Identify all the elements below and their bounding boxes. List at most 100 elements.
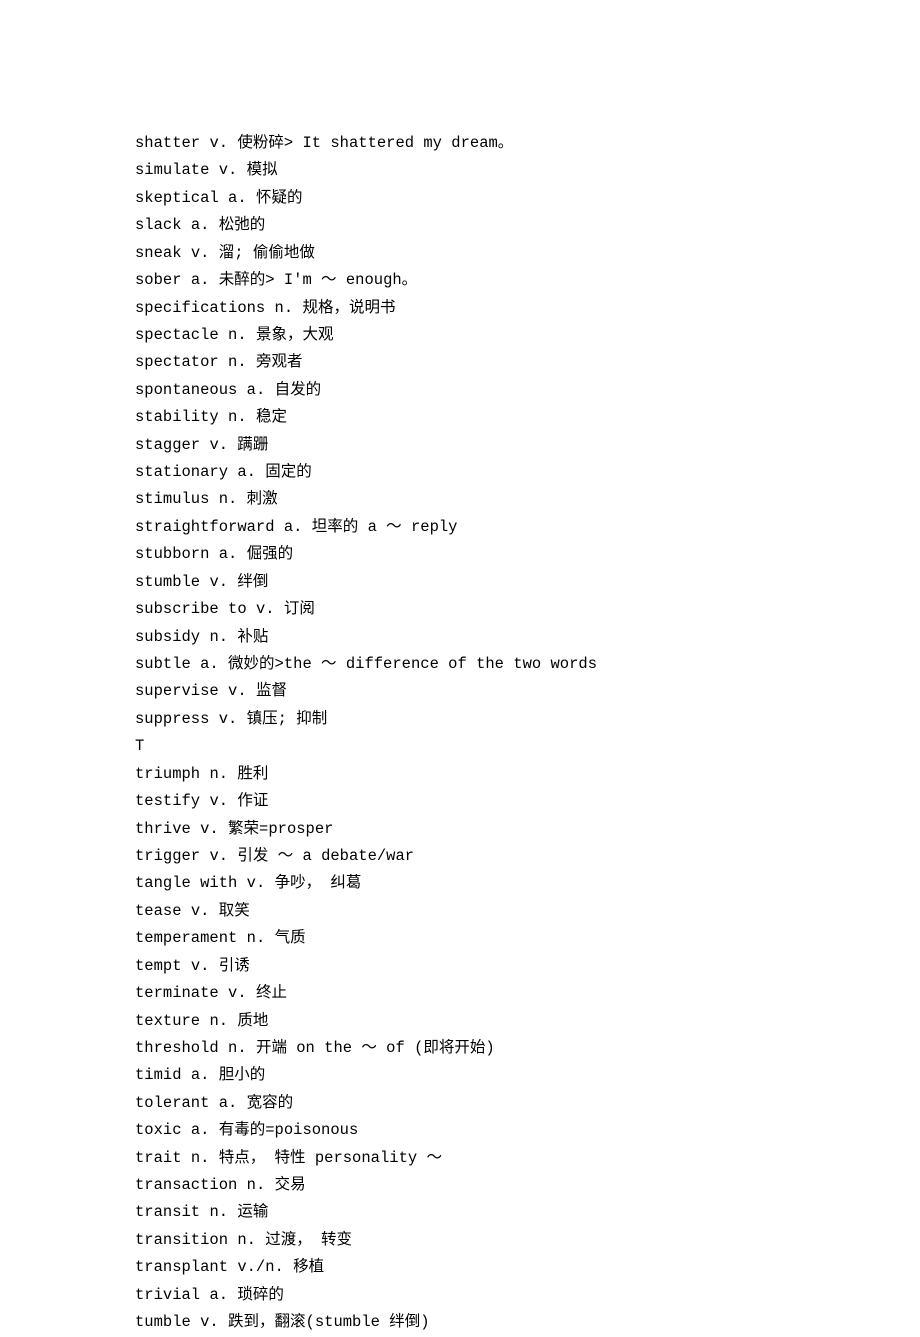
definition: 旁观者 (256, 353, 303, 371)
part-of-speech: n. (209, 765, 228, 783)
part-of-speech: v. (209, 134, 228, 152)
word: transplant (135, 1258, 228, 1276)
definition: 跌到，翻滚(stumble 绊倒) (228, 1313, 430, 1331)
definition: 过渡， 转变 (265, 1231, 352, 1249)
definition: 补贴 (237, 628, 268, 646)
vocab-entry: stubborn a. 倔强的 (135, 541, 920, 568)
vocab-entry: subtle a. 微妙的>the ～ difference of the tw… (135, 651, 920, 678)
word: stumble (135, 573, 200, 591)
part-of-speech: a. (219, 1094, 238, 1112)
vocab-entry: transaction n. 交易 (135, 1172, 920, 1199)
word: tempt (135, 957, 182, 975)
part-of-speech: a. (219, 545, 238, 563)
definition: 宽容的 (247, 1094, 294, 1112)
vocab-entry: texture n. 质地 (135, 1008, 920, 1035)
word: shatter (135, 134, 200, 152)
definition: 终止 (256, 984, 287, 1002)
definition: 景象，大观 (256, 326, 334, 344)
word: specifications (135, 299, 265, 317)
definition: 坦率的 a ～ reply (312, 518, 458, 536)
definition: 微妙的>the ～ difference of the two words (228, 655, 597, 673)
part-of-speech: v. (228, 984, 247, 1002)
word: transaction (135, 1176, 237, 1194)
definition: 自发的 (275, 381, 322, 399)
vocab-entry: simulate v. 模拟 (135, 157, 920, 184)
vocab-entry: tumble v. 跌到，翻滚(stumble 绊倒) (135, 1309, 920, 1336)
part-of-speech: a. (228, 189, 247, 207)
vocab-entry: T (135, 733, 920, 760)
vocab-entry: spectator n. 旁观者 (135, 349, 920, 376)
vocab-entry: transit n. 运输 (135, 1199, 920, 1226)
definition: 订阅 (284, 600, 315, 618)
part-of-speech: v. (256, 600, 275, 618)
word: simulate (135, 161, 209, 179)
part-of-speech: n. (247, 1176, 266, 1194)
definition: 刺激 (247, 490, 278, 508)
word: tease (135, 902, 182, 920)
word: skeptical (135, 189, 219, 207)
part-of-speech: n. (237, 1231, 256, 1249)
part-of-speech: a. (247, 381, 266, 399)
vocab-entry: trivial a. 琐碎的 (135, 1282, 920, 1309)
definition: 引发 ～ a debate/war (237, 847, 414, 865)
part-of-speech: v. (191, 902, 210, 920)
word: subsidy (135, 628, 200, 646)
vocab-entry: tolerant a. 宽容的 (135, 1090, 920, 1117)
part-of-speech: n. (191, 1149, 210, 1167)
vocab-entry: transition n. 过渡， 转变 (135, 1227, 920, 1254)
part-of-speech: a. (191, 216, 210, 234)
word: toxic (135, 1121, 182, 1139)
definition: 松弛的 (219, 216, 266, 234)
vocab-entry: suppress v. 镇压; 抑制 (135, 706, 920, 733)
vocab-entry: triumph n. 胜利 (135, 761, 920, 788)
part-of-speech: n. (228, 353, 247, 371)
definition: 取笑 (219, 902, 250, 920)
word: stability (135, 408, 219, 426)
word: transition (135, 1231, 228, 1249)
vocab-entry: tempt v. 引诱 (135, 953, 920, 980)
part-of-speech: a. (191, 1121, 210, 1139)
vocab-entry: trigger v. 引发 ～ a debate/war (135, 843, 920, 870)
word: sneak (135, 244, 182, 262)
vocab-entry: slack a. 松弛的 (135, 212, 920, 239)
document-page: shatter v. 使粉碎> It shattered my dream。si… (0, 0, 920, 1337)
part-of-speech: a. (191, 271, 210, 289)
vocab-entry: supervise v. 监督 (135, 678, 920, 705)
part-of-speech: n. (228, 326, 247, 344)
word: spectator (135, 353, 219, 371)
word: tolerant (135, 1094, 209, 1112)
vocab-entry: subscribe to v. 订阅 (135, 596, 920, 623)
definition: 交易 (275, 1176, 306, 1194)
vocab-entry: spontaneous a. 自发的 (135, 377, 920, 404)
definition: 溜; 偷偷地做 (219, 244, 315, 262)
vocab-entry: transplant v./n. 移植 (135, 1254, 920, 1281)
definition: 引诱 (219, 957, 250, 975)
vocab-entry: stability n. 稳定 (135, 404, 920, 431)
definition: 蹒跚 (237, 436, 268, 454)
definition: 特点， 特性 personality ～ (219, 1149, 442, 1167)
part-of-speech: v./n. (237, 1258, 284, 1276)
word: suppress (135, 710, 209, 728)
definition: 模拟 (247, 161, 278, 179)
part-of-speech: v. (191, 957, 210, 975)
definition: 开端 on the ～ of (即将开始) (256, 1039, 495, 1057)
vocab-entry: straightforward a. 坦率的 a ～ reply (135, 514, 920, 541)
definition: 监督 (256, 682, 287, 700)
definition: 有毒的=poisonous (219, 1121, 359, 1139)
definition: 移植 (293, 1258, 324, 1276)
part-of-speech: v. (219, 161, 238, 179)
definition: 争吵， 纠葛 (275, 874, 362, 892)
word: spontaneous (135, 381, 237, 399)
word: supervise (135, 682, 219, 700)
word: spectacle (135, 326, 219, 344)
vocab-entry: skeptical a. 怀疑的 (135, 185, 920, 212)
part-of-speech: a. (284, 518, 303, 536)
definition: 作证 (237, 792, 268, 810)
word: slack (135, 216, 182, 234)
vocab-entry: trait n. 特点， 特性 personality ～ (135, 1145, 920, 1172)
vocab-entry: testify v. 作证 (135, 788, 920, 815)
vocab-entry: spectacle n. 景象，大观 (135, 322, 920, 349)
word: testify (135, 792, 200, 810)
definition: 繁荣=prosper (228, 820, 333, 838)
vocab-entry: stimulus n. 刺激 (135, 486, 920, 513)
